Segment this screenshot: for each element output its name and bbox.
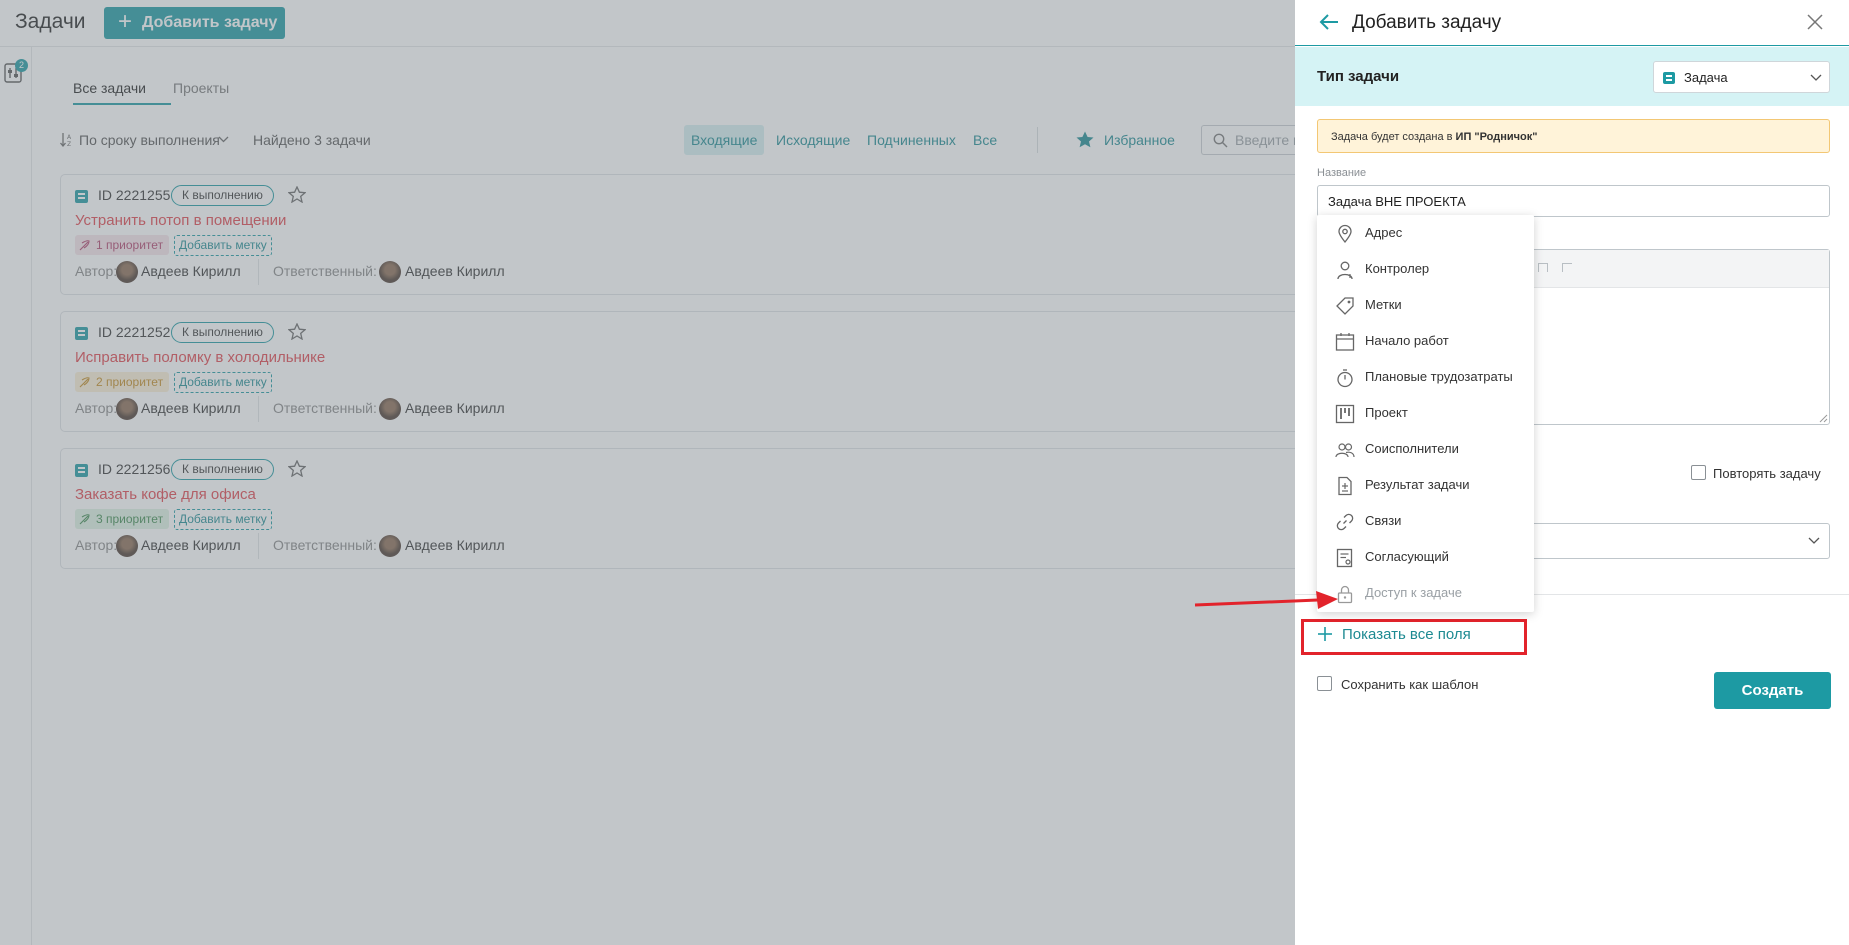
- name-field[interactable]: Задача ВНЕ ПРОЕКТА: [1317, 185, 1830, 217]
- menu-item-label: Контролер: [1365, 261, 1430, 276]
- repeat-task-checkbox[interactable]: [1691, 465, 1706, 480]
- menu-item-planned-effort[interactable]: Плановые трудозатраты: [1317, 359, 1534, 395]
- menu-item-controller[interactable]: Контролер: [1317, 251, 1534, 287]
- menu-item-approver[interactable]: Согласующий: [1317, 539, 1534, 575]
- panel-header: Добавить задачу: [1295, 0, 1849, 46]
- arrow-left-icon[interactable]: [1319, 13, 1339, 31]
- organization-notice: Задача будет создана в ИП "Родничок": [1317, 119, 1830, 153]
- document-result-icon: [1338, 476, 1352, 496]
- notice-text: Задача будет создана в: [1331, 131, 1456, 143]
- menu-item-co-executors[interactable]: Соисполнители: [1317, 431, 1534, 467]
- menu-item-task-access[interactable]: Доступ к задаче: [1317, 575, 1534, 611]
- menu-item-label: Результат задачи: [1365, 477, 1470, 492]
- menu-item-links[interactable]: Связи: [1317, 503, 1534, 539]
- location-pin-icon: [1338, 224, 1352, 244]
- notice-org: ИП "Родничок": [1455, 131, 1538, 143]
- panel-title: Добавить задачу: [1352, 12, 1502, 33]
- menu-item-label: Доступ к задаче: [1365, 585, 1462, 600]
- users-icon: [1335, 443, 1355, 458]
- save-as-template-checkbox[interactable]: [1317, 676, 1332, 691]
- menu-item-label: Соисполнители: [1365, 441, 1459, 456]
- repeat-task-label[interactable]: Повторять задачу: [1713, 466, 1821, 481]
- kanban-icon: [1335, 404, 1355, 424]
- task-type-label: Тип задачи: [1317, 68, 1400, 85]
- menu-item-tags[interactable]: Метки: [1317, 287, 1534, 323]
- link-icon: [1336, 513, 1354, 531]
- tag-icon: [1336, 297, 1354, 315]
- chevron-down-icon: [1808, 537, 1820, 544]
- task-type-select[interactable]: Задача: [1653, 61, 1830, 93]
- stopwatch-icon: [1337, 369, 1353, 388]
- annotation-arrow-icon: [1190, 588, 1340, 612]
- menu-item-project[interactable]: Проект: [1317, 395, 1534, 431]
- annotation-highlight-box: [1301, 619, 1527, 655]
- calendar-icon: [1335, 333, 1355, 351]
- menu-item-address[interactable]: Адрес: [1317, 215, 1534, 251]
- menu-item-label: Согласующий: [1365, 549, 1449, 564]
- create-button[interactable]: Создать: [1714, 672, 1831, 709]
- menu-item-label: Связи: [1365, 513, 1402, 528]
- name-field-label: Название: [1317, 167, 1367, 179]
- close-icon[interactable]: [1807, 14, 1823, 30]
- menu-item-label: Проект: [1365, 405, 1408, 420]
- resize-handle-icon[interactable]: [1819, 414, 1828, 423]
- toolbar-icon[interactable]: [1538, 263, 1548, 272]
- menu-item-task-result[interactable]: Результат задачи: [1317, 467, 1534, 503]
- task-type-icon: [1663, 72, 1675, 84]
- menu-item-label: Адрес: [1365, 225, 1403, 240]
- approval-document-icon: [1336, 548, 1353, 568]
- task-type-bar: Тип задачи Задача: [1295, 47, 1849, 106]
- menu-item-label: Метки: [1365, 297, 1402, 312]
- user-plus-icon: [1337, 261, 1353, 280]
- menu-item-label: Начало работ: [1365, 333, 1449, 348]
- task-type-value: Задача: [1684, 70, 1728, 85]
- toolbar-icon[interactable]: [1562, 263, 1572, 272]
- modal-backdrop[interactable]: [0, 0, 1295, 945]
- extra-fields-menu: Адрес Контролер Метки Начало работ Плано…: [1317, 215, 1534, 612]
- save-as-template-label[interactable]: Сохранить как шаблон: [1341, 677, 1478, 692]
- menu-item-label: Плановые трудозатраты: [1365, 369, 1513, 384]
- chevron-down-icon: [1810, 74, 1822, 81]
- menu-item-start-date[interactable]: Начало работ: [1317, 323, 1534, 359]
